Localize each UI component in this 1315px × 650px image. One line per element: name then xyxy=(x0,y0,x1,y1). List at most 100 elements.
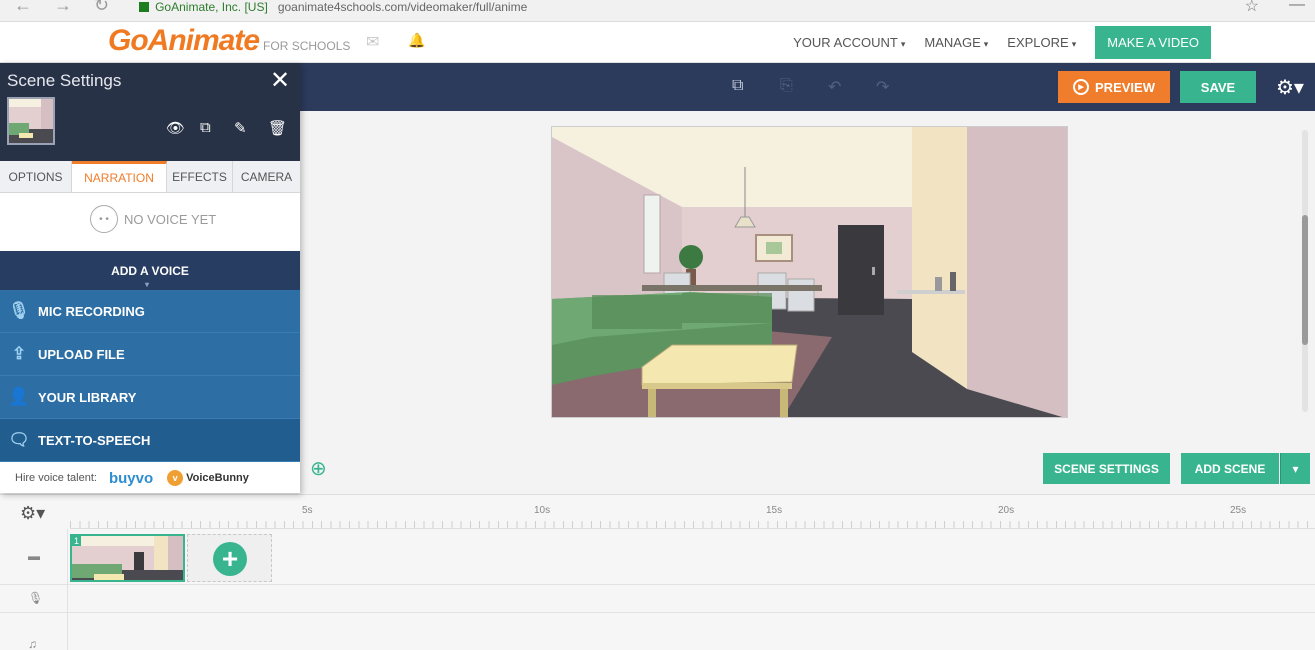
panel-tabs: OPTIONS NARRATION EFFECTS CAMERA xyxy=(0,161,300,193)
nav-manage-label: MANAGE xyxy=(924,35,981,50)
mic-icon: 🎙 xyxy=(28,591,44,605)
chevron-down-icon: ▾ xyxy=(983,39,989,49)
forward-icon[interactable]: → xyxy=(54,0,72,16)
panel-title: Scene Settings xyxy=(7,71,122,90)
add-scene-slot[interactable]: + xyxy=(187,534,272,582)
tab-effects[interactable]: EFFECTS xyxy=(167,161,233,192)
add-voice-label: ADD A VOICE xyxy=(111,263,189,278)
your-library-option[interactable]: 👤 YOUR LIBRARY xyxy=(0,376,300,419)
timeline: ⚙▾ 5s 10s 15s 20s 25s ▬ 🎙 ♫ 1 + xyxy=(0,494,1315,650)
make-a-video-button[interactable]: MAKE A VIDEO xyxy=(1095,26,1211,59)
living-room-background xyxy=(552,127,1067,417)
scene-settings-panel: Scene Settings ✕ 👁 ⧉ ✎ 🗑 OPTIONS NARRATI… xyxy=(0,63,300,493)
scrollbar-thumb[interactable] xyxy=(1302,215,1308,345)
copy-icon[interactable]: ⧉ xyxy=(200,119,211,136)
hire-voice-talent: Hire voice talent: buyvo v VoiceBunny xyxy=(0,463,300,493)
panel-header: Scene Settings ✕ 👁 ⧉ ✎ 🗑 xyxy=(0,63,300,161)
close-icon[interactable]: ✕ xyxy=(270,66,290,95)
mail-icon[interactable]: ✉ xyxy=(366,32,379,52)
tab-narration[interactable]: NARRATION xyxy=(72,161,167,192)
music-note-icon: ♫ xyxy=(28,637,37,650)
redo-icon[interactable]: ↷ xyxy=(876,77,889,97)
goanimate-logo[interactable]: GoAnimate FOR SCHOOLS xyxy=(108,24,350,58)
trash-icon[interactable]: 🗑 xyxy=(268,119,287,137)
no-voice-label: NO VOICE YET xyxy=(124,211,217,227)
face-icon: • • xyxy=(90,205,118,233)
your-library-label: YOUR LIBRARY xyxy=(38,389,137,405)
video-camera-icon: ▬ xyxy=(28,549,40,563)
brush-icon[interactable]: ✎ xyxy=(234,119,247,137)
site-header: GoAnimate FOR SCHOOLS ✉ 🔔 YOUR ACCOUNT ▾ M… xyxy=(0,22,1315,63)
tick-label: 10s xyxy=(534,505,551,516)
hire-label: Hire voice talent: xyxy=(15,472,97,484)
music-track: ♫ xyxy=(0,613,1315,650)
voicebunny-link[interactable]: v VoiceBunny xyxy=(167,470,249,486)
timeline-gear-icon[interactable]: ⚙▾ xyxy=(20,503,45,524)
browser-nav: ← → ↻ xyxy=(0,0,109,16)
site-label: GoAnimate, Inc. [US] xyxy=(155,0,268,14)
add-scene-dropdown[interactable]: ▾ xyxy=(1280,453,1310,484)
speech-icon: 🗨 xyxy=(8,430,30,449)
undo-icon[interactable]: ↶ xyxy=(828,77,841,97)
microphone-icon: 🎙 xyxy=(8,301,30,320)
scene-thumbnail[interactable]: 1 xyxy=(70,534,185,582)
reload-icon[interactable]: ↻ xyxy=(94,0,109,16)
play-icon: ▶ xyxy=(1073,79,1090,95)
add-voice-header: ADD A VOICE ▾ xyxy=(0,251,300,290)
text-to-speech-label: TEXT-TO-SPEECH xyxy=(38,432,151,448)
upload-icon: ⇪ xyxy=(11,344,27,363)
narration-track: 🎙 xyxy=(0,585,1315,613)
site-identity[interactable]: GoAnimate, Inc. [US] xyxy=(139,0,268,14)
tab-options[interactable]: OPTIONS xyxy=(0,161,72,192)
logo-text: GoAnimate xyxy=(108,24,260,57)
tab-camera[interactable]: CAMERA xyxy=(233,161,300,192)
buyvo-link[interactable]: buyvo xyxy=(109,470,153,487)
upload-file-option[interactable]: ⇪ UPLOAD FILE xyxy=(0,333,300,376)
panel-scene-thumbnail xyxy=(7,97,55,145)
back-icon[interactable]: ← xyxy=(14,0,32,16)
voicebunny-label: VoiceBunny xyxy=(186,472,249,484)
scene-thumbnail-image xyxy=(72,536,183,580)
tick-label: 5s xyxy=(302,505,313,516)
scene-settings-button[interactable]: SCENE SETTINGS xyxy=(1043,453,1170,484)
paste-icon[interactable]: ⎘ xyxy=(780,77,793,95)
mic-recording-label: MIC RECORDING xyxy=(38,303,145,319)
chevron-down-icon: ▾ xyxy=(1071,39,1077,49)
chevron-down-icon: ▾ xyxy=(145,280,150,289)
top-navigation: YOUR ACCOUNT ▾ MANAGE ▾ EXPLORE ▾ MAKE A VI… xyxy=(793,22,1315,63)
address-bar[interactable]: goanimate4schools.com/videomaker/full/an… xyxy=(278,0,527,14)
time-ruler[interactable] xyxy=(70,495,1315,529)
user-icon: 👤 xyxy=(8,387,30,406)
settings-gear-icon[interactable]: ⚙▾ xyxy=(1276,75,1304,100)
mic-recording-option[interactable]: 🎙 MIC RECORDING xyxy=(0,290,300,333)
browser-controls: ☆ — xyxy=(1245,0,1305,16)
tick-label: 15s xyxy=(766,505,783,516)
nav-explore[interactable]: EXPLORE ▾ xyxy=(1007,35,1076,50)
star-icon[interactable]: ☆ xyxy=(1245,0,1259,16)
no-voice-status: • • NO VOICE YET xyxy=(90,205,216,233)
copy-icon[interactable]: ⧉ xyxy=(732,77,743,95)
browser-bar: ← → ↻ GoAnimate, Inc. [US] goanimate4sch… xyxy=(0,0,1315,22)
scene-canvas[interactable] xyxy=(551,126,1068,418)
chevron-down-icon: ▾ xyxy=(900,39,906,49)
voicebunny-logo-icon: v xyxy=(167,470,184,486)
eye-icon[interactable]: 👁 xyxy=(166,119,185,137)
tick-label: 25s xyxy=(1230,505,1247,516)
add-scene-button[interactable]: ADD SCENE xyxy=(1181,453,1279,484)
tick-label: 20s xyxy=(998,505,1015,516)
logo-subtitle: FOR SCHOOLS xyxy=(263,39,351,53)
scene-number-badge: 1 xyxy=(72,536,82,546)
save-button[interactable]: SAVE xyxy=(1180,71,1256,103)
upload-file-label: UPLOAD FILE xyxy=(38,346,125,362)
preview-button[interactable]: ▶ PREVIEW xyxy=(1058,71,1170,103)
stage-scrollbar[interactable] xyxy=(1302,130,1308,412)
nav-explore-label: EXPLORE xyxy=(1007,35,1069,50)
preview-label: PREVIEW xyxy=(1095,79,1155,95)
minimize-icon[interactable]: — xyxy=(1289,0,1305,16)
text-to-speech-option[interactable]: 🗨 TEXT-TO-SPEECH xyxy=(0,419,300,462)
bell-icon[interactable]: 🔔 xyxy=(408,32,425,49)
chevron-down-icon: ▾ xyxy=(1292,461,1299,476)
nav-your-account[interactable]: YOUR ACCOUNT ▾ xyxy=(793,35,905,50)
nav-manage[interactable]: MANAGE ▾ xyxy=(924,35,988,50)
zoom-in-icon[interactable]: ⊕ xyxy=(310,456,327,481)
